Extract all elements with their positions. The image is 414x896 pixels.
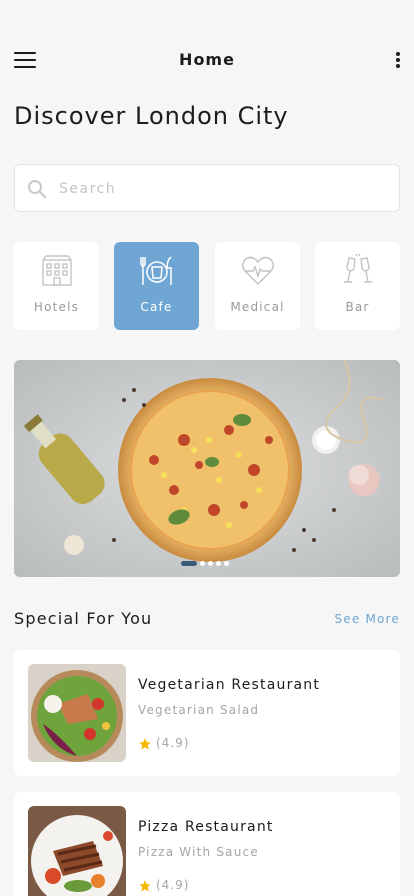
restaurant-subtitle: Vegetarian Salad <box>138 703 260 717</box>
restaurant-card[interactable]: Pizza Restaurant Pizza With Sauce (4.9) <box>14 792 400 896</box>
category-label: Bar <box>345 300 370 314</box>
category-medical[interactable]: Medical <box>215 242 300 330</box>
category-label: Medical <box>230 300 285 314</box>
carousel-dot[interactable] <box>200 561 205 566</box>
headline: Discover London City <box>14 102 289 130</box>
heart-pulse-icon <box>241 256 275 286</box>
category-hotels[interactable]: Hotels <box>14 242 99 330</box>
section-title: Special For You <box>14 609 153 628</box>
more-vertical-icon[interactable] <box>394 52 402 68</box>
category-label: Cafe <box>140 300 173 314</box>
category-list: Hotels Cafe Medical Bar <box>14 242 400 330</box>
salad-bowl-photo <box>28 664 126 762</box>
promo-banner[interactable] <box>14 360 400 577</box>
carousel-dot[interactable] <box>224 561 229 566</box>
see-more-link[interactable]: See More <box>334 612 400 626</box>
page-title: Home <box>179 50 235 69</box>
pizza-photo <box>14 360 400 577</box>
category-label: Hotels <box>33 300 80 314</box>
restaurant-name: Vegetarian Restaurant <box>138 677 321 693</box>
category-cafe[interactable]: Cafe <box>114 242 199 330</box>
carousel-dot[interactable] <box>208 561 213 566</box>
star-icon <box>139 738 151 750</box>
cafe-cup-icon <box>140 256 172 285</box>
search-input[interactable] <box>59 175 379 203</box>
restaurant-subtitle: Pizza With Sauce <box>138 845 259 859</box>
restaurant-rating: (4.9) <box>156 878 190 892</box>
carousel-dot[interactable] <box>181 561 197 566</box>
search-box <box>14 164 400 212</box>
category-bar[interactable]: Bar <box>315 242 400 330</box>
hotel-building-icon <box>42 255 72 286</box>
carousel-dots <box>181 561 229 567</box>
restaurant-name: Pizza Restaurant <box>138 819 274 835</box>
champagne-glasses-icon <box>344 254 372 283</box>
star-icon <box>139 880 151 892</box>
restaurant-card[interactable]: Vegetarian Restaurant Vegetarian Salad (… <box>14 650 400 776</box>
top-bar: Home <box>0 40 414 80</box>
search-icon <box>28 180 47 199</box>
carousel-dot[interactable] <box>216 561 221 566</box>
restaurant-rating: (4.9) <box>156 736 190 750</box>
grilled-plate-photo <box>28 806 126 896</box>
